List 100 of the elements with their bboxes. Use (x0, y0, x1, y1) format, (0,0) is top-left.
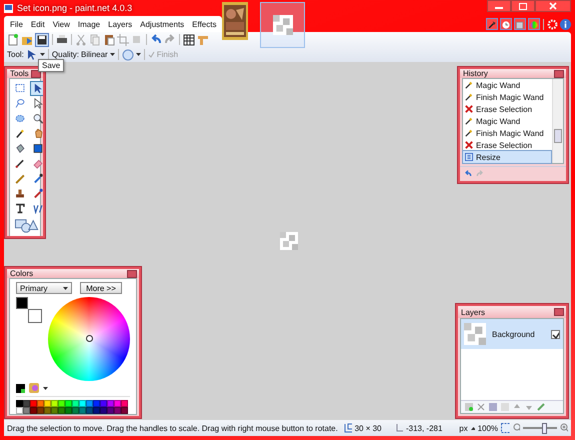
undo-icon[interactable] (150, 34, 162, 46)
caret-icon[interactable] (136, 53, 141, 56)
palette-icon[interactable] (29, 383, 39, 393)
units-dropdown[interactable]: px (459, 424, 468, 432)
magic-wand-icon (465, 93, 473, 101)
redo-icon[interactable] (164, 34, 176, 46)
palette-swatch[interactable] (93, 400, 100, 407)
palette-swatch[interactable] (86, 400, 93, 407)
history-item[interactable]: Finish Magic Wand (463, 91, 551, 103)
grid-icon[interactable] (183, 34, 195, 46)
paste-icon[interactable] (103, 34, 115, 46)
palette-swatch[interactable] (23, 407, 30, 414)
history-icon (501, 19, 511, 31)
minimize-button[interactable] (487, 0, 511, 12)
image-tab[interactable] (222, 2, 248, 40)
palette-swatch[interactable] (58, 407, 65, 414)
menu-item[interactable]: Image (74, 20, 104, 28)
menu-item[interactable]: Layers (104, 20, 136, 28)
colors-toggle-button[interactable] (528, 18, 540, 30)
palette-swatch[interactable] (65, 407, 72, 414)
caret-icon[interactable] (43, 386, 48, 390)
palette-swatch[interactable] (65, 400, 72, 407)
palette-swatch[interactable] (23, 400, 30, 407)
zoom-in-icon[interactable] (560, 423, 568, 433)
caret-icon[interactable] (40, 53, 45, 56)
settings-icon[interactable] (547, 18, 558, 30)
layer-row[interactable]: Background (461, 319, 563, 349)
zoom-to-window-icon[interactable] (501, 423, 510, 433)
palette-swatch[interactable] (121, 407, 128, 414)
palette-swatch[interactable] (58, 400, 65, 407)
caret-icon[interactable] (470, 426, 475, 430)
history-toggle-button[interactable] (500, 18, 512, 30)
more-button[interactable]: More >> (80, 282, 122, 294)
tools-toggle-button[interactable] (486, 18, 498, 30)
undo-icon[interactable] (464, 170, 472, 178)
menu-item[interactable]: View (48, 20, 74, 28)
zoom-slider[interactable] (523, 422, 558, 434)
palette-swatch[interactable] (107, 400, 114, 407)
scrollbar[interactable] (552, 79, 563, 163)
menu-item[interactable]: File (6, 20, 27, 28)
palette-swatch[interactable] (79, 407, 86, 414)
move-selection-tool-button[interactable] (30, 81, 43, 96)
move-up-icon[interactable] (513, 403, 521, 411)
quality-dropdown[interactable]: Bilinear (81, 50, 108, 59)
new-file-icon[interactable] (7, 34, 19, 46)
panel-close-button[interactable] (554, 70, 564, 78)
palette-swatch[interactable] (30, 400, 37, 407)
zoom-icon (32, 113, 43, 124)
palette-swatch[interactable] (79, 400, 86, 407)
maximize-button[interactable] (511, 0, 535, 12)
color-mode-dropdown[interactable]: Primary (16, 282, 72, 294)
lasso-icon (14, 98, 26, 109)
palette-swatch[interactable] (100, 407, 107, 414)
history-item[interactable]: Magic Wand (463, 115, 551, 127)
primary-color-swatch[interactable] (16, 297, 28, 309)
palette-swatch[interactable] (121, 400, 128, 407)
palette-swatch[interactable] (86, 407, 93, 414)
palette-swatch[interactable] (16, 400, 23, 407)
shapes-icon (14, 218, 40, 234)
palette-swatch[interactable] (93, 407, 100, 414)
delete-layer-icon[interactable] (477, 403, 485, 411)
palette-swatch[interactable] (100, 400, 107, 407)
selection-size-icon (344, 423, 352, 433)
palette-swatch[interactable] (107, 407, 114, 414)
panel-close-button[interactable] (127, 270, 137, 278)
crop-icon[interactable] (117, 34, 129, 46)
save-button[interactable] (35, 32, 49, 46)
palette-swatch[interactable] (72, 400, 79, 407)
image-tab[interactable] (260, 2, 305, 48)
palette-swatch[interactable] (37, 400, 44, 407)
help-icon[interactable] (560, 18, 571, 30)
secondary-color-swatch[interactable] (28, 309, 42, 323)
palette-swatch[interactable] (114, 400, 121, 407)
history-item[interactable]: Resize (463, 151, 551, 163)
print-icon[interactable] (56, 34, 68, 46)
history-item[interactable]: Finish Magic Wand (463, 127, 551, 139)
palette-swatch[interactable] (37, 407, 44, 414)
zoom-value[interactable]: 100% (478, 424, 498, 432)
history-item[interactable]: Erase Selection (463, 139, 551, 151)
move-down-icon[interactable] (525, 403, 533, 411)
close-button[interactable] (535, 0, 571, 12)
palette-swatch[interactable] (51, 400, 58, 407)
caret-icon[interactable] (110, 53, 115, 56)
history-item[interactable]: Erase Selection (463, 103, 551, 115)
add-color-icon[interactable] (16, 384, 25, 392)
menu-item[interactable]: Edit (26, 20, 49, 28)
cut-icon[interactable] (75, 34, 87, 46)
palette-swatch[interactable] (114, 407, 121, 414)
visibility-checkbox[interactable] (551, 330, 560, 338)
menu-item[interactable]: Effects (188, 20, 220, 28)
menu-item[interactable]: Adjustments (136, 20, 188, 28)
palette-swatch[interactable] (72, 407, 79, 414)
palette-swatch[interactable] (51, 407, 58, 414)
cursor-icon[interactable] (26, 48, 38, 60)
palette-swatch[interactable] (44, 407, 51, 414)
palette-swatch[interactable] (44, 400, 51, 407)
palette-swatch[interactable] (30, 407, 37, 414)
palette-swatch[interactable] (16, 407, 23, 414)
zoom-out-icon[interactable] (512, 423, 520, 433)
history-item[interactable]: Magic Wand (463, 79, 551, 91)
